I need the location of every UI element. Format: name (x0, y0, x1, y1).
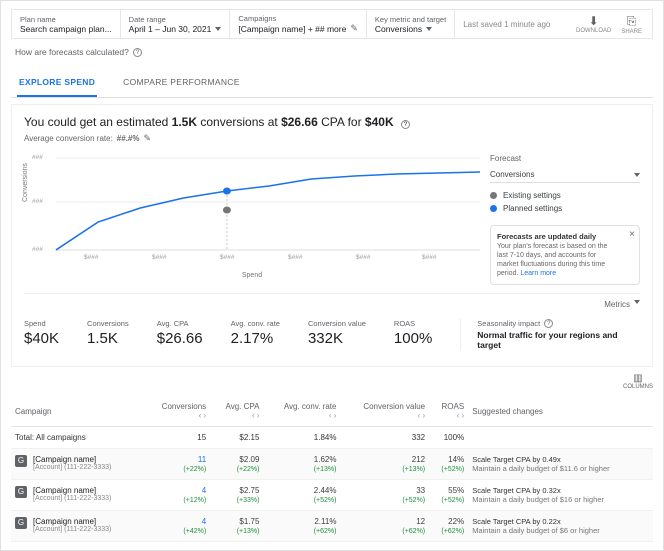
metrics-dropdown[interactable]: Metrics (604, 300, 630, 309)
col-campaign[interactable]: Campaign (11, 396, 144, 427)
campaigns-label: Campaigns (238, 14, 358, 23)
table-row[interactable]: G [Campaign name] [Account] (111-222-333… (11, 449, 653, 480)
suggested-change: Scale Target CPA by 0.22x (472, 517, 649, 526)
avg-conv-label: Average conversion rate: (24, 134, 113, 143)
help-icon[interactable]: ? (401, 120, 410, 129)
legend-title: Forecast (490, 154, 640, 163)
key-metric-label: Key metric and target (375, 15, 446, 24)
forecast-calc-link[interactable]: How are forecasts calculated? (15, 47, 129, 57)
close-icon[interactable]: × (629, 228, 635, 241)
plan-name-value: Search campaign plan... (20, 24, 112, 34)
seasonality-label: Seasonality impact (477, 319, 540, 328)
chevron-down-icon (634, 300, 640, 304)
table-row[interactable]: G [Campaign name] [Account] (111-222-333… (11, 511, 653, 542)
key-metric-cell[interactable]: Key metric and target Conversions (367, 10, 455, 38)
col-roas[interactable]: ROAS‹ › (429, 396, 468, 427)
campaign-name[interactable]: [Campaign name] (33, 486, 111, 495)
share-icon: ⎘ (621, 14, 642, 29)
headline: You could get an estimated 1.5K conversi… (24, 115, 640, 129)
col-avg-cpa[interactable]: Avg. CPA‹ › (210, 396, 263, 427)
total-row-label: Total: All campaigns (11, 427, 144, 449)
help-icon[interactable]: ? (544, 319, 553, 328)
campaign-name[interactable]: [Campaign name] (33, 517, 111, 526)
last-saved-text: Last saved 1 minute ago (455, 10, 566, 38)
kpi-conv-label: Conversions (87, 319, 129, 328)
suggested-change: Scale Target CPA by 0.49x (472, 455, 649, 464)
plan-name-label: Plan name (20, 15, 112, 24)
chevron-down-icon (215, 27, 221, 31)
planned-marker (223, 188, 231, 195)
col-avg-rate[interactable]: Avg. conv. rate‹ › (263, 396, 340, 427)
forecast-metric-select[interactable]: Conversions (490, 167, 640, 183)
forecast-panel: You could get an estimated 1.5K conversi… (11, 104, 653, 367)
kpi-spend-value: $40K (24, 330, 59, 347)
campaign-icon: G (15, 455, 27, 467)
kpi-roas-value: 100% (394, 330, 432, 347)
legend-existing: Existing settings (503, 191, 561, 200)
download-button[interactable]: ⬇ DOWNLOAD (576, 14, 611, 34)
chevron-down-icon (634, 173, 640, 177)
forecast-chart[interactable]: Conversions ### ### ### $### $### $### (24, 150, 480, 270)
tab-compare-performance[interactable]: COMPARE PERFORMANCE (121, 69, 242, 97)
columns-icon: ▥ (633, 373, 642, 384)
tab-explore-spend[interactable]: EXPLORE SPEND (17, 69, 97, 97)
seasonality-desc: Normal traffic for your regions and targ… (477, 330, 640, 350)
legend-planned: Planned settings (503, 204, 562, 213)
campaign-name[interactable]: [Campaign name] (33, 455, 111, 464)
kpi-cpa-value: $26.66 (157, 330, 203, 347)
plan-topbar: Plan name Search campaign plan... Date r… (11, 9, 653, 39)
col-conversions[interactable]: Conversions‹ › (144, 396, 211, 427)
account-name: [Account] (111-222-3333) (33, 464, 111, 471)
kpi-roas-label: ROAS (394, 319, 432, 328)
campaigns-value: [Campaign name] + ## more (238, 24, 346, 34)
campaign-icon: G (15, 486, 27, 498)
kpi-conv-value: 1.5K (87, 330, 129, 347)
share-button[interactable]: ⎘ SHARE (621, 14, 642, 35)
chart-xlabel: Spend (24, 272, 480, 279)
help-icon[interactable]: ? (133, 48, 142, 57)
columns-button[interactable]: ▥ COLUMNS (623, 373, 653, 390)
date-range-cell[interactable]: Date range April 1 – Jun 30, 2021 (121, 10, 231, 38)
avg-conv-value: ##.#% (117, 134, 140, 143)
chevron-down-icon (426, 27, 432, 31)
campaign-table: Campaign Conversions‹ › Avg. CPA‹ › Avg.… (11, 396, 653, 542)
plan-name-cell[interactable]: Plan name Search campaign plan... (12, 10, 121, 38)
date-range-label: Date range (129, 15, 222, 24)
kpi-rate-label: Avg. conv. rate (231, 319, 280, 328)
learn-more-link[interactable]: Learn more (520, 270, 556, 277)
chart-ylabel: Conversions (22, 163, 29, 202)
kpi-cpa-label: Avg. CPA (157, 319, 203, 328)
kpi-rate-value: 2.17% (231, 330, 280, 347)
forecast-notice: × Forecasts are updated daily Your plan'… (490, 225, 640, 285)
existing-marker (223, 207, 231, 214)
kpi-value-value: 332K (308, 330, 366, 347)
kpi-value-label: Conversion value (308, 319, 366, 328)
col-suggested[interactable]: Suggested changes (468, 396, 653, 427)
campaigns-cell[interactable]: Campaigns [Campaign name] + ## more ✎ (230, 10, 367, 38)
dot-icon (490, 205, 497, 212)
kpi-spend-label: Spend (24, 319, 59, 328)
dot-icon (490, 192, 497, 199)
table-row[interactable]: G [Campaign name] [Account] (111-222-333… (11, 480, 653, 511)
key-metric-value: Conversions (375, 24, 422, 34)
kpi-strip: Spend $40K Conversions 1.5K Avg. CPA $26.66… (24, 313, 640, 356)
tabs: EXPLORE SPEND COMPARE PERFORMANCE (11, 69, 653, 98)
campaign-icon: G (15, 517, 27, 529)
chart-legend: Forecast Conversions Existing settings P… (490, 150, 640, 285)
col-conv-value[interactable]: Conversion value‹ › (340, 396, 429, 427)
pencil-icon[interactable]: ✎ (350, 23, 358, 34)
account-name: [Account] (111-222-3333) (33, 526, 111, 533)
date-range-value: April 1 – Jun 30, 2021 (129, 24, 212, 34)
account-name: [Account] (111-222-3333) (33, 495, 111, 502)
suggested-change: Scale Target CPA by 0.32x (472, 486, 649, 495)
pencil-icon[interactable]: ✎ (143, 133, 151, 144)
download-icon: ⬇ (576, 14, 611, 28)
